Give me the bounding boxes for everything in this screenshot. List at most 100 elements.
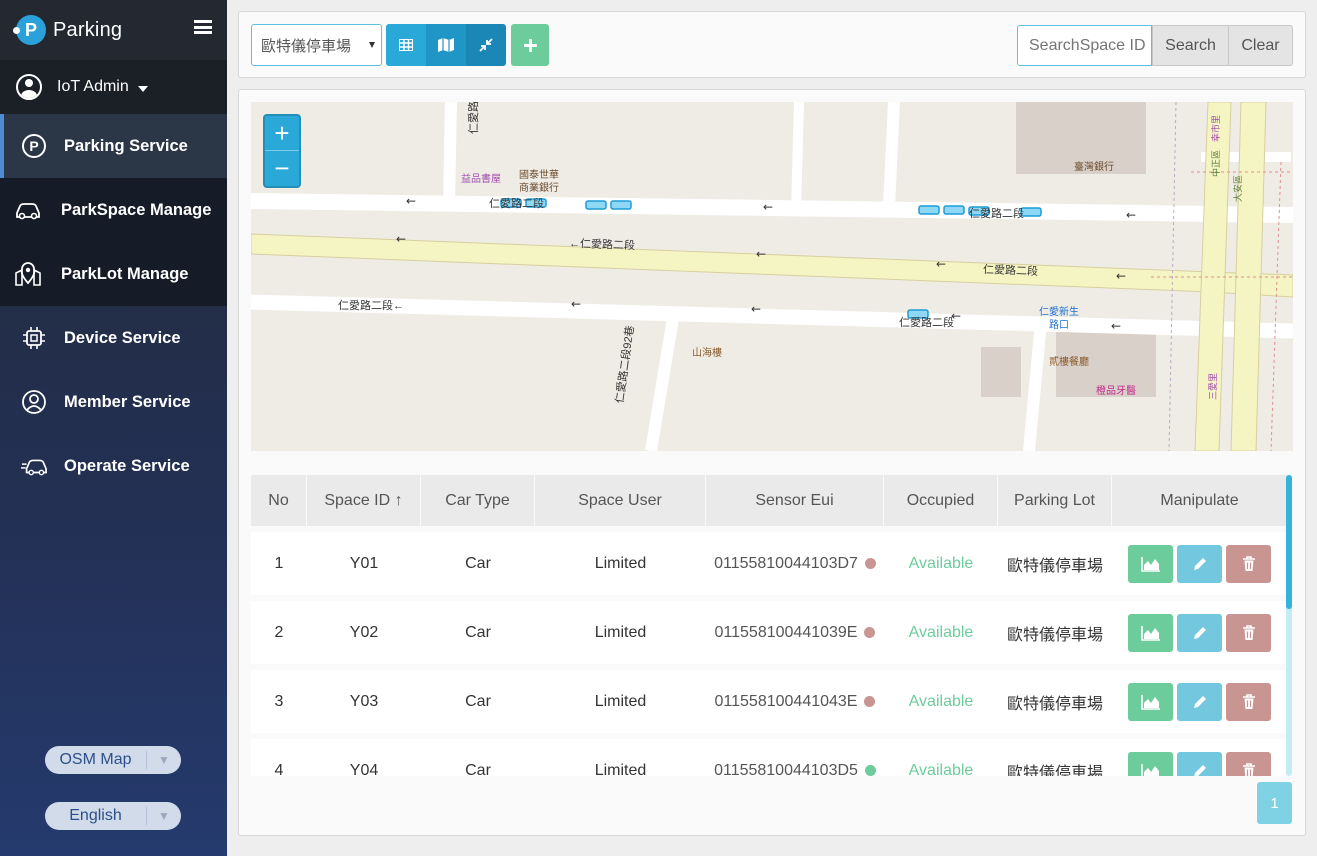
pencil-icon [1193, 764, 1206, 776]
street-map: ← ←← ←←←← ← ← ←← [251, 102, 1293, 451]
sensor-status-dot [864, 696, 876, 707]
car-type: Car [465, 692, 491, 710]
table-header-row: No Space ID ↑ Car Type Space User Sensor… [251, 475, 1287, 526]
car-type: Car [465, 623, 491, 641]
space-id: Y04 [349, 761, 379, 777]
sidebar-item-member-service[interactable]: Member Service [0, 370, 227, 434]
trash-icon [1242, 624, 1255, 640]
row-actions [1112, 532, 1287, 595]
column-header[interactable]: No [251, 475, 307, 526]
main-area: 歐特儀停車場 Search Clear [227, 0, 1317, 856]
occupied-status: Available [908, 692, 974, 710]
space-id: Y02 [349, 623, 379, 641]
map-poi-label: 山海樓 [692, 348, 722, 359]
space-id: Y01 [349, 554, 379, 572]
zoom-in-button[interactable]: + [265, 116, 299, 151]
delete-button[interactable] [1226, 751, 1271, 776]
edit-button[interactable] [1177, 544, 1222, 583]
column-header[interactable]: Car Type [421, 475, 535, 526]
sidebar-item-device-service[interactable]: Device Service [0, 306, 227, 370]
pencil-icon [1193, 695, 1206, 708]
column-header[interactable]: Space User [535, 475, 706, 526]
table-row[interactable]: 1 Y01 Car Limited 01155810044103D7 Avail… [251, 532, 1287, 595]
table-view-button[interactable] [386, 24, 426, 66]
chart-button[interactable] [1128, 544, 1173, 583]
area-chart-icon [1140, 556, 1160, 572]
parking-space-table: No Space ID ↑ Car Type Space User Sensor… [251, 475, 1287, 776]
sensor-eui: 01155810044103D5 [714, 761, 858, 777]
add-space-button[interactable] [511, 24, 549, 66]
chevron-down-icon [137, 85, 148, 92]
pencil-icon [1193, 557, 1206, 570]
table-row[interactable]: 2 Y02 Car Limited 011558100441039E Avail… [251, 601, 1287, 664]
trash-icon [1242, 555, 1255, 571]
pagination-page-button[interactable]: 1 [1257, 782, 1292, 824]
area-chart-icon [1140, 763, 1159, 776]
map-road-label: 仁愛路二段 [899, 317, 954, 329]
search-button[interactable]: Search [1152, 25, 1229, 66]
delete-button[interactable] [1226, 682, 1271, 721]
user-name: IoT Admin [57, 78, 129, 95]
trash-icon [1242, 693, 1255, 709]
chip-icon [21, 325, 47, 351]
parking-lot-select[interactable]: 歐特儀停車場 [251, 24, 382, 66]
search-space-input[interactable] [1017, 25, 1152, 66]
map-view-button[interactable] [426, 24, 466, 66]
column-header-sorted[interactable]: Space ID ↑ [307, 475, 421, 526]
table-row[interactable]: 3 Y03 Car Limited 011558100441043E Avail… [251, 670, 1287, 733]
map-type-value: OSM Map [45, 751, 147, 769]
map-pin-icon [14, 261, 42, 287]
menu-toggle-icon[interactable] [194, 20, 212, 34]
sidebar-item-operate-service[interactable]: Operate Service [0, 434, 227, 498]
delete-button[interactable] [1226, 544, 1271, 583]
map-road-label: 仁愛路二段 [969, 208, 1024, 220]
column-header[interactable]: Sensor Eui [706, 475, 884, 526]
occupied-status: Available [908, 623, 974, 641]
chart-button[interactable] [1128, 682, 1173, 721]
column-header[interactable]: Occupied [884, 475, 998, 526]
occupied-status: Available [908, 554, 974, 572]
column-header: Manipulate [1160, 491, 1239, 509]
user-menu[interactable]: IoT Admin [0, 60, 227, 114]
parking-lot-name: 歐特儀停車場 [1006, 695, 1103, 713]
sidebar-item-parking-service[interactable]: P Parking Service [0, 114, 227, 178]
language-select[interactable]: English ▼ [45, 802, 181, 830]
map-road-label: 仁愛路二段 [489, 198, 544, 210]
car-type: Car [465, 554, 491, 572]
occupied-status: Available [908, 761, 974, 777]
car-speed-icon [21, 453, 47, 479]
map-road-label: 仁愛路 [468, 102, 480, 134]
collapse-view-button[interactable] [466, 24, 506, 66]
map-zoom-control: + − [263, 114, 301, 188]
table-row[interactable]: 4 Y04 Car Limited 01155810044103D5 Avail… [251, 739, 1287, 776]
edit-button[interactable] [1177, 682, 1222, 721]
toolbar: 歐特儀停車場 Search Clear [238, 11, 1306, 78]
scrollbar-thumb[interactable] [1286, 475, 1292, 609]
map-district-label: 三愛里 [1208, 372, 1218, 400]
user-avatar-icon [16, 74, 42, 100]
clear-button[interactable]: Clear [1228, 25, 1293, 66]
edit-button[interactable] [1177, 613, 1222, 652]
space-id: Y03 [349, 692, 379, 710]
sidebar-item-parklot-manage[interactable]: ParkLot Manage [0, 242, 227, 306]
column-header[interactable]: Parking Lot [998, 475, 1112, 526]
map-type-select[interactable]: OSM Map ▼ [45, 746, 181, 774]
parking-lot-name: 歐特儀停車場 [1006, 764, 1103, 777]
row-actions [1112, 670, 1287, 733]
table-scrollbar[interactable] [1286, 475, 1292, 776]
user-icon [21, 389, 47, 415]
chart-button[interactable] [1128, 751, 1173, 776]
map-icon [438, 38, 454, 52]
map-view[interactable]: ← ← ← ← ← ← ← ← ← ← ← 仁愛路二段 ←仁愛路二段 仁愛路二段 仁愛路二段← … [251, 102, 1293, 451]
sidebar-item-parkspace-manage[interactable]: ParkSpace Manage [0, 178, 227, 242]
edit-button[interactable] [1177, 751, 1222, 776]
sensor-eui: 011558100441043E [714, 692, 858, 710]
brand-bar: P Parking [0, 0, 227, 60]
zoom-out-button[interactable]: − [265, 151, 299, 186]
chart-button[interactable] [1128, 613, 1173, 652]
delete-button[interactable] [1226, 613, 1271, 652]
map-district-label: 幸市里 [1211, 114, 1221, 142]
space-user: Limited [594, 761, 647, 777]
svg-text:←: ← [936, 257, 946, 271]
row-actions [1112, 601, 1287, 664]
